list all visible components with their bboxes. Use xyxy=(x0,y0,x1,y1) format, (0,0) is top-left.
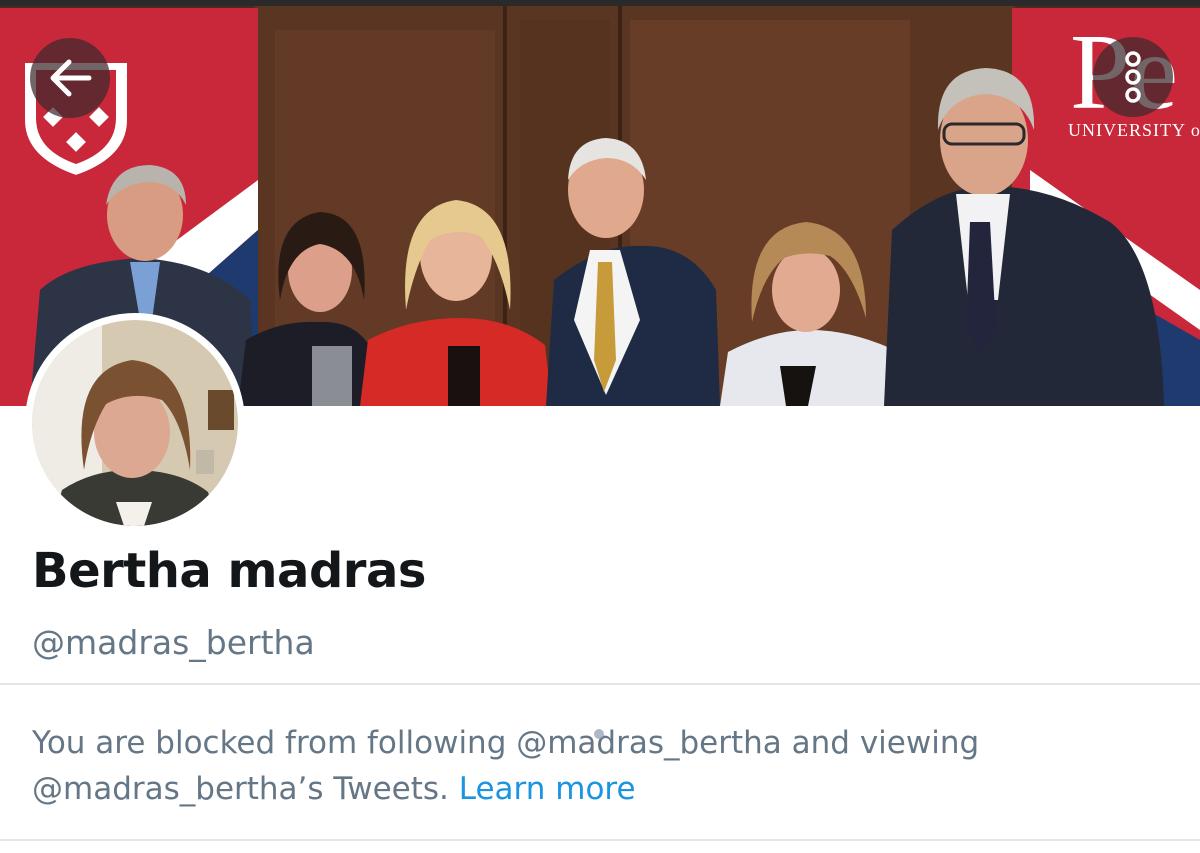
profile-display-name: Bertha madras xyxy=(32,543,426,599)
scroll-indicator xyxy=(594,729,604,739)
learn-more-link[interactable]: Learn more xyxy=(459,771,636,807)
blocked-notice: You are blocked from following @madras_b… xyxy=(32,720,1182,812)
arrow-left-icon xyxy=(50,59,92,97)
profile-handle: @madras_bertha xyxy=(32,623,315,662)
profile-avatar[interactable] xyxy=(25,313,245,533)
section-divider xyxy=(0,683,1200,685)
banner-sign-small: UNIVERSITY o xyxy=(1068,120,1200,140)
bottom-divider xyxy=(0,839,1200,841)
back-button[interactable] xyxy=(30,38,110,118)
more-vertical-icon xyxy=(1125,51,1141,103)
more-options-button[interactable] xyxy=(1093,37,1173,117)
profile-page: Pe UNIVERSITY o xyxy=(0,0,1200,853)
avatar-image xyxy=(32,320,238,526)
